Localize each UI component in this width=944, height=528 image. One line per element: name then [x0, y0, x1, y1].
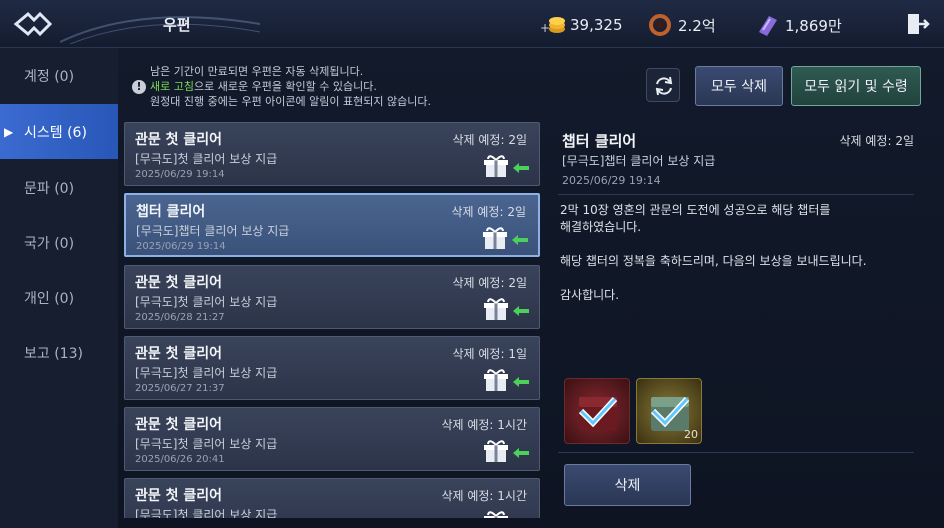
back-logo-button[interactable]: [10, 8, 58, 40]
claimed-checkmark-icon: [650, 396, 690, 427]
notice-highlight: 새로 고침: [150, 80, 194, 93]
mail-list-item[interactable]: 관문 첫 클리어 삭제 예정: 2일 [무극도]첫 클리어 보상 지급 2025…: [124, 122, 540, 186]
mail-expire: 삭제 예정: 1일: [452, 347, 527, 361]
sidebar-item-label: 문파 (0): [24, 180, 75, 197]
mail-title: 관문 첫 클리어: [135, 488, 223, 504]
gift-icon: [484, 440, 508, 462]
sidebar-item-label: 시스템 (6): [24, 124, 87, 141]
mail-title: 챕터 클리어: [136, 204, 206, 220]
mail-detail-panel: 챕터 클리어 삭제 예정: 2일 [무극도]챕터 클리어 보상 지급 2025/…: [556, 122, 918, 518]
sidebar-item-label: 보고 (13): [24, 345, 83, 362]
mail-expire: 삭제 예정: 2일: [452, 276, 527, 290]
detail-expire: 삭제 예정: 2일: [839, 134, 914, 148]
refresh-icon: [655, 76, 673, 96]
ticket-currency[interactable]: 1,869만: [755, 14, 842, 36]
gift-icon: [483, 227, 507, 249]
notice-text: 남은 기간이 만료되면 우편은 자동 삭제됩니다. 새로 고침으로 새로운 우편…: [150, 64, 431, 109]
mail-expire: 삭제 예정: 1시간: [441, 489, 527, 503]
divider: [558, 452, 914, 453]
mail-title: 관문 첫 클리어: [135, 346, 223, 362]
receive-arrow-icon: [513, 448, 529, 458]
receive-arrow-icon: [513, 306, 529, 316]
sidebar-item-guild[interactable]: 문파 (0): [0, 160, 118, 215]
receive-arrow-icon: [512, 235, 528, 245]
mail-expire: 삭제 예정: 2일: [452, 133, 527, 147]
gold-currency[interactable]: + 39,325: [540, 14, 623, 36]
mail-date: 2025/06/27 21:37: [135, 383, 225, 394]
mail-date: 2025/06/29 19:14: [135, 169, 225, 180]
mail-expire: 삭제 예정: 2일: [451, 205, 526, 219]
receive-arrow-icon: [513, 377, 529, 387]
gift-icon: [484, 511, 508, 518]
gift-icon: [484, 369, 508, 391]
notice-line-1: 남은 기간이 만료되면 우편은 자동 삭제됩니다.: [150, 65, 364, 78]
sidebar-item-label: 국가 (0): [24, 235, 75, 252]
mail-title: 관문 첫 클리어: [135, 132, 223, 148]
sidebar-item-account[interactable]: 계정 (0): [0, 48, 118, 103]
read-all-and-receive-button[interactable]: 모두 읽기 및 수령: [791, 66, 921, 106]
sidebar-item-nation[interactable]: 국가 (0): [0, 215, 118, 270]
mail-date: 2025/06/26 20:41: [135, 454, 225, 465]
notice-line-3: 원정대 진행 중에는 우편 아이콘에 알림이 표현되지 않습니다.: [150, 95, 431, 108]
reward-count: 20: [684, 428, 698, 441]
mail-list-item[interactable]: 관문 첫 클리어 삭제 예정: 1시간 [무극도]첫 클리어 보상 지급: [124, 478, 540, 518]
mail-subtitle: [무극도]첫 클리어 보상 지급: [135, 152, 278, 166]
mail-date: 2025/06/29 19:14: [136, 241, 226, 252]
mail-list-item-selected[interactable]: 챕터 클리어 삭제 예정: 2일 [무극도]챕터 클리어 보상 지급 2025/…: [124, 193, 540, 257]
delete-all-button[interactable]: 모두 삭제: [695, 66, 783, 106]
header-decoration-icon: [60, 16, 260, 44]
top-bar: 우편 + 39,325 2.2억 1,869만: [0, 0, 944, 48]
detail-body: 2막 10장 영혼의 관문의 도전에 성공으로 해당 챕터를 해결하였습니다. …: [560, 203, 867, 302]
sidebar-item-report[interactable]: 보고 (13): [0, 325, 118, 380]
ring-currency[interactable]: 2.2억: [648, 14, 716, 36]
gold-value: 39,325: [570, 16, 623, 34]
detail-subtitle: [무극도]챕터 클리어 보상 지급: [562, 154, 716, 168]
delete-mail-button[interactable]: 삭제: [564, 464, 691, 506]
ticket-value: 1,869만: [785, 16, 842, 35]
gold-coin-icon: +: [540, 14, 566, 36]
ring-value: 2.2억: [678, 16, 716, 35]
svg-text:+: +: [540, 21, 550, 35]
mail-category-sidebar: 계정 (0) ▶ 시스템 (6) 문파 (0) 국가 (0) 개인 (0) 보고…: [0, 48, 118, 528]
receive-arrow-icon: [513, 163, 529, 173]
selected-arrow-icon: ▶: [4, 124, 14, 139]
ring-icon: [648, 14, 674, 36]
notice-line-2-rest: 으로 새로운 우편을 확인할 수 있습니다.: [193, 80, 377, 93]
mail-list-item[interactable]: 관문 첫 클리어 삭제 예정: 1시간 [무극도]첫 클리어 보상 지급 202…: [124, 407, 540, 471]
page-title: 우편: [163, 16, 191, 34]
mail-subtitle: [무극도]첫 클리어 보상 지급: [135, 437, 278, 451]
divider: [558, 194, 914, 195]
mail-subtitle: [무극도]첫 클리어 보상 지급: [135, 295, 278, 309]
mail-title: 관문 첫 클리어: [135, 417, 223, 433]
mail-expire: 삭제 예정: 1시간: [441, 418, 527, 432]
claimed-checkmark-icon: [578, 396, 618, 427]
mail-list[interactable]: 관문 첫 클리어 삭제 예정: 2일 [무극도]첫 클리어 보상 지급 2025…: [122, 122, 542, 518]
notice-line-2: 새로 고침으로 새로운 우편을 확인할 수 있습니다.: [150, 79, 431, 94]
mail-list-item[interactable]: 관문 첫 클리어 삭제 예정: 1일 [무극도]첫 클리어 보상 지급 2025…: [124, 336, 540, 400]
gift-icon: [484, 155, 508, 177]
sidebar-item-system[interactable]: ▶ 시스템 (6): [0, 104, 118, 159]
exit-icon: [908, 14, 930, 34]
mail-subtitle: [무극도]첫 클리어 보상 지급: [135, 366, 278, 380]
mail-subtitle: [무극도]챕터 클리어 보상 지급: [136, 224, 290, 238]
mail-date: 2025/06/28 21:27: [135, 312, 225, 323]
reward-item-red-chest[interactable]: [564, 378, 630, 444]
detail-title: 챕터 클리어: [562, 132, 637, 150]
reward-item-gold-chest[interactable]: 20: [636, 378, 702, 444]
gift-icon: [484, 298, 508, 320]
sidebar-item-label: 계정 (0): [24, 68, 75, 85]
mail-title: 관문 첫 클리어: [135, 275, 223, 291]
mail-list-item[interactable]: 관문 첫 클리어 삭제 예정: 2일 [무극도]첫 클리어 보상 지급 2025…: [124, 265, 540, 329]
ticket-icon: [755, 14, 781, 36]
back-arrow-icon: [13, 11, 53, 37]
detail-date: 2025/06/29 19:14: [562, 174, 661, 187]
mail-subtitle: [무극도]첫 클리어 보상 지급: [135, 508, 278, 518]
refresh-button[interactable]: [646, 68, 680, 102]
sidebar-item-personal[interactable]: 개인 (0): [0, 270, 118, 325]
info-icon: !: [132, 80, 146, 94]
exit-button[interactable]: [906, 12, 930, 36]
sidebar-item-label: 개인 (0): [24, 290, 75, 307]
